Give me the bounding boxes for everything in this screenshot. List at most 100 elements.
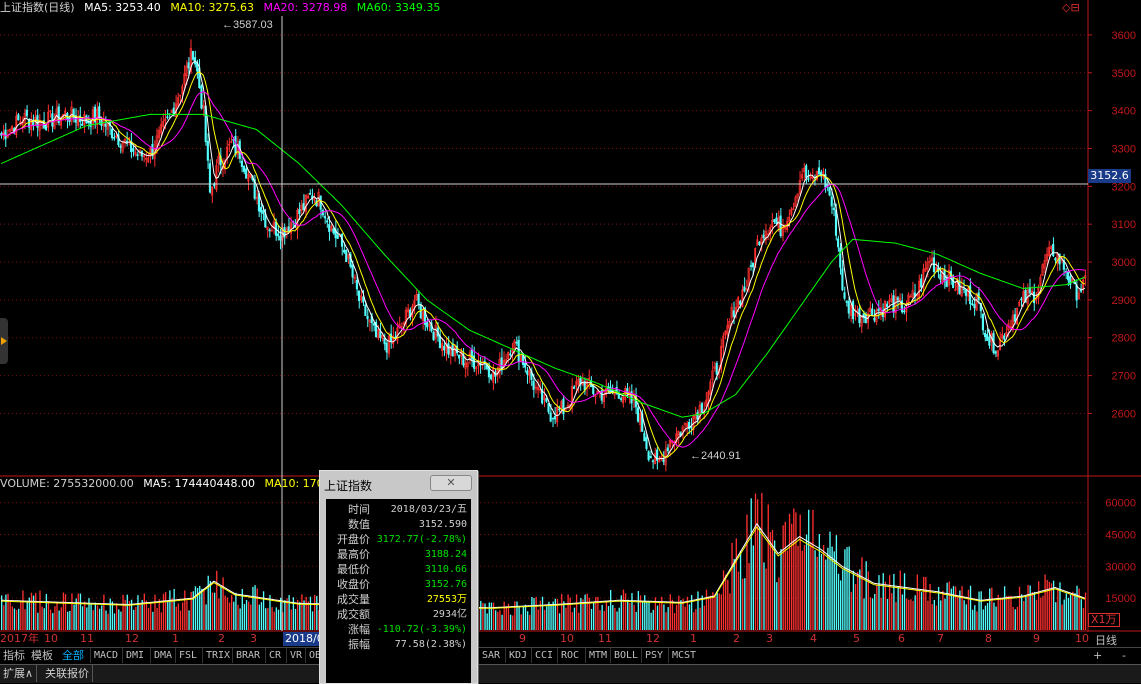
volume-bar [213, 592, 216, 630]
volume-bar [1008, 595, 1010, 630]
volume-bar [612, 605, 614, 630]
volume-bar [58, 610, 60, 630]
indicator-tab[interactable]: 全部 [60, 648, 86, 663]
indicator-item-brar[interactable]: BRAR [232, 648, 263, 663]
volume-bar [603, 611, 605, 630]
high-annotation: ←3587.03 [222, 19, 273, 31]
volume-bar [869, 597, 872, 630]
indicator-item-kdj[interactable]: KDJ [505, 648, 530, 663]
indicator-item-vr[interactable]: VR [286, 648, 305, 663]
volume-bar [188, 610, 190, 630]
candle-body [758, 241, 761, 246]
volume-bar [86, 607, 88, 630]
candle-body [1032, 291, 1036, 304]
volume-bar [13, 608, 16, 630]
volume-bar [62, 592, 65, 630]
candle-body [379, 331, 382, 339]
volume-bar [607, 605, 610, 630]
indicator-item-dma[interactable]: DMA [150, 648, 175, 663]
indicator-item-cci[interactable]: CCI [531, 648, 556, 663]
minus-button[interactable]: - [1122, 648, 1126, 663]
volume-bar [916, 574, 918, 630]
volume-bar [194, 586, 197, 630]
date-label: 5 [853, 632, 860, 645]
volume-bar [573, 607, 576, 630]
candle-body [191, 50, 194, 60]
window-control-icons[interactable]: ◇⊟ [1062, 1, 1080, 14]
indicator-tab[interactable]: 模板 [29, 648, 55, 663]
candle-body [619, 398, 622, 400]
bottom-tab[interactable]: 关联报价 [42, 665, 93, 682]
volume-bar [209, 580, 212, 630]
volume-bar [230, 594, 233, 630]
popup-row: 时间 2018/03/23/五 [326, 502, 471, 517]
popup-row-value: 3152.76 [424, 579, 467, 590]
candle-body [17, 114, 20, 121]
candle-body [743, 286, 746, 292]
popup-row: 成交额 2934亿 [326, 607, 471, 622]
volume-bar [854, 583, 857, 630]
candle-body [1020, 298, 1023, 301]
volume-bar [633, 604, 635, 630]
volume-bar [277, 609, 280, 630]
volume-bar [727, 579, 729, 630]
indicator-item-cr[interactable]: CR [265, 648, 284, 663]
volume-bar [497, 611, 499, 630]
price-header: 上证指数(日线) MA5: 3253.40 MA10: 3275.63 MA20… [0, 0, 446, 16]
volume-bar [859, 569, 861, 630]
candle-body [1052, 243, 1055, 257]
indicator-item-boll[interactable]: BOLL [610, 648, 641, 663]
indicator-item-sar[interactable]: SAR [478, 648, 503, 663]
volume-bar [216, 570, 218, 630]
volume-bar [931, 604, 933, 630]
collapse-handle-icon[interactable] [0, 318, 8, 364]
indicator-item-dmi[interactable]: DMI [122, 648, 147, 663]
indicator-item-mtm[interactable]: MTM [585, 648, 610, 663]
candle-body [489, 374, 493, 380]
candle-body [839, 247, 842, 268]
volume-bar [697, 591, 699, 630]
indicator-item-psy[interactable]: PSY [641, 648, 666, 663]
volume-bar [827, 547, 829, 630]
volume-bar [671, 599, 674, 630]
price-tick-label: 3000 [1112, 257, 1136, 269]
volume-tick-label: 45000 [1105, 529, 1136, 541]
indicator-item-mcst[interactable]: MCST [668, 648, 699, 663]
kline-chart[interactable]: 2600 2700 2800 2900 3000 3100 3200 3300 3400 3500… [0, 0, 1141, 647]
volume-bar [84, 601, 86, 630]
volume-bar [133, 609, 135, 630]
price-tick-label: 3500 [1112, 68, 1136, 80]
volume-bar [218, 598, 220, 630]
plus-button[interactable]: + [1093, 648, 1102, 663]
volume-bar [49, 609, 52, 630]
indicator-item-fsl[interactable]: FSL [175, 648, 200, 663]
period-label[interactable]: 日线 [1095, 632, 1117, 648]
indicator-item-macd[interactable]: MACD [90, 648, 121, 663]
volume-bar [884, 581, 887, 630]
volume-bar [162, 593, 165, 630]
indicator-tab[interactable]: 指标 [1, 648, 27, 663]
volume-bar [927, 600, 929, 630]
volume-bar [569, 597, 571, 630]
volume-bar [190, 591, 192, 630]
volume-bar [592, 602, 595, 630]
candle-body [438, 335, 441, 349]
volume-bar [1067, 597, 1070, 630]
volume-bar [650, 612, 652, 630]
date-label: 2 [733, 632, 740, 645]
bottom-tab[interactable]: 扩展∧ [0, 665, 38, 682]
indicator-item-trix[interactable]: TRIX [202, 648, 233, 663]
candle-body [125, 140, 128, 143]
indicator-item-roc[interactable]: ROC [557, 648, 582, 663]
volume-bar [556, 598, 559, 630]
volume-bar [96, 605, 99, 630]
candle-body [432, 332, 435, 341]
volume-bar [105, 610, 107, 630]
volume-bar [201, 588, 203, 630]
volume-bar [586, 593, 588, 630]
volume-bar [1063, 599, 1065, 630]
volume-bar [531, 597, 533, 630]
volume-bar [773, 540, 776, 630]
candle-body [259, 207, 263, 213]
close-button[interactable]: ✕ [430, 475, 472, 491]
